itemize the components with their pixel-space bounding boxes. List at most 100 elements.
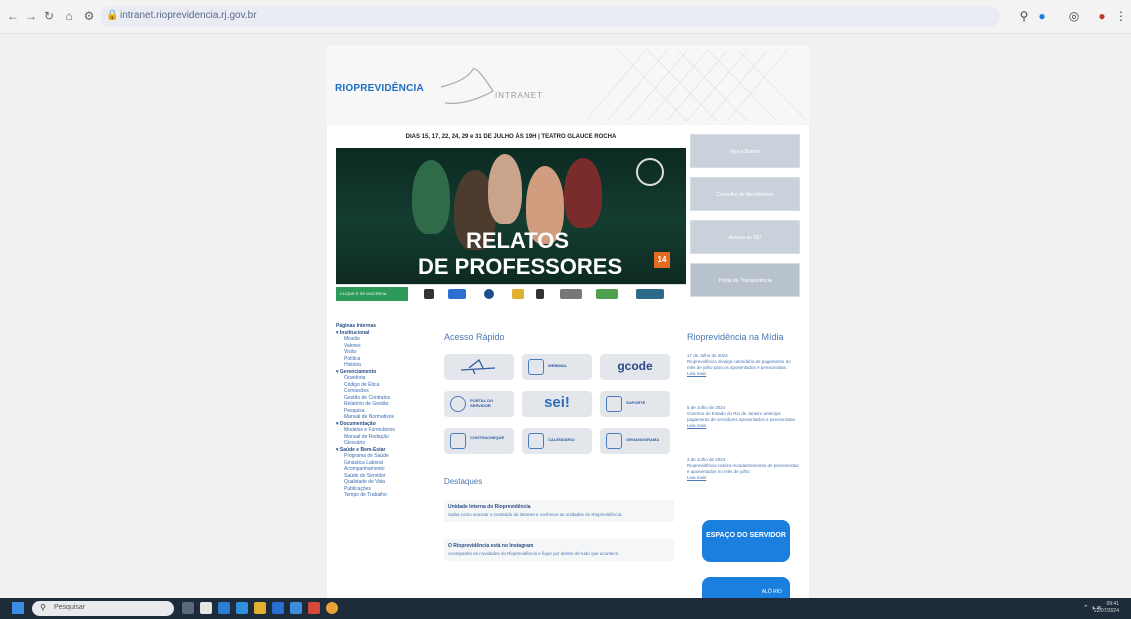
avatar-icon[interactable]: ● bbox=[1094, 8, 1110, 24]
quick-access-tile[interactable]: PORTAL DO SERVIDOR bbox=[444, 391, 514, 417]
teams-icon[interactable] bbox=[218, 602, 230, 614]
tile-label: ORGANOGRAMA bbox=[626, 437, 660, 442]
url-text: intranet.rioprevidencia.rj.gov.br bbox=[120, 10, 257, 21]
espaco-servidor-button[interactable]: ESPAÇO DO SERVIDOR bbox=[702, 520, 790, 562]
quick-access-tile[interactable]: CALENDÁRIO bbox=[522, 428, 592, 454]
actor-figure bbox=[488, 154, 522, 224]
quick-access-tile[interactable]: sei! bbox=[522, 391, 592, 417]
alo-rio-button[interactable]: ALÔ RIO bbox=[702, 577, 790, 598]
plane-icon bbox=[460, 358, 496, 375]
sponsor-logo bbox=[536, 289, 544, 299]
person-icon bbox=[450, 396, 466, 412]
quick-access-tile[interactable]: SUPORTE bbox=[600, 391, 670, 417]
windows-taskbar: ⚲ Pesquisar ⌃ ◑ ≡ 09:41 22/07/2024 bbox=[0, 598, 1131, 619]
midia-item[interactable]: 3 de Julho de 2024 Rioprevidência realiz… bbox=[687, 457, 799, 481]
sponsor-logo bbox=[596, 289, 618, 299]
age-rating-badge: 14 bbox=[654, 252, 670, 268]
mail-icon[interactable] bbox=[290, 602, 302, 614]
midia-text: Governo do Estado do Rio de Janeiro ante… bbox=[687, 411, 797, 422]
sponsor-logo bbox=[448, 289, 466, 299]
edge-icon[interactable] bbox=[236, 602, 248, 614]
news-desc: Acompanhe as novidades do Rioprevidência… bbox=[448, 551, 620, 556]
clock-time: 09:41 bbox=[1106, 601, 1119, 607]
extension-icon[interactable]: ● bbox=[1034, 8, 1050, 24]
zoom-icon[interactable]: ⚲ bbox=[1016, 8, 1032, 24]
widgets-icon[interactable] bbox=[200, 602, 212, 614]
menu-icon[interactable]: ⋮ bbox=[1113, 8, 1129, 24]
search-icon: ⚲ bbox=[40, 603, 46, 612]
clock-date: 22/07/2024 bbox=[1093, 608, 1119, 614]
taskbar-search[interactable]: ⚲ Pesquisar bbox=[32, 601, 174, 616]
news-title[interactable]: O Rioprevidência está no Instagram bbox=[448, 543, 670, 549]
actor-figure bbox=[412, 160, 450, 234]
left-navigation: Páginas Internas ▾ Institucional Missão … bbox=[336, 323, 428, 499]
banner-subtitle: DE PROFESSORES bbox=[418, 254, 623, 279]
header-pattern-decoration bbox=[587, 49, 807, 121]
tile-label: CONTRACHEQUE bbox=[470, 435, 505, 440]
quick-access-tile[interactable]: ORGANOGRAMA bbox=[600, 428, 670, 454]
nav-item[interactable]: Tempo de Trabalho bbox=[336, 492, 428, 499]
banner-image: RELATOS DE PROFESSORES 14 bbox=[336, 148, 686, 284]
side-button-sei[interactable]: Acesso ao SEI bbox=[690, 220, 800, 254]
news-item[interactable]: Unidade Interna do Rioprevidência Saiba … bbox=[444, 500, 674, 522]
quick-access-tile[interactable]: gcode bbox=[600, 354, 670, 380]
reload-icon[interactable]: ↻ bbox=[42, 9, 56, 23]
midia-link[interactable]: Leia mais bbox=[687, 475, 799, 481]
home-icon[interactable]: ⌂ bbox=[62, 9, 76, 23]
store-icon[interactable] bbox=[272, 602, 284, 614]
midia-item[interactable]: 5 de Julho de 2024 Governo do Estado do … bbox=[687, 405, 799, 429]
tile-label: CALENDÁRIO bbox=[548, 437, 575, 442]
midia-text: Rioprevidência divulga calendário de pag… bbox=[687, 359, 791, 370]
tile-label: gcode bbox=[617, 359, 653, 373]
quick-access-tile[interactable] bbox=[444, 354, 514, 380]
tile-label: SUPORTE bbox=[626, 400, 646, 405]
monitor-icon bbox=[528, 359, 544, 375]
sponsor-logo bbox=[560, 289, 582, 299]
browser-toolbar: ← → ↻ ⌂ ⚙ 🔒 intranet.rioprevidencia.rj.g… bbox=[0, 0, 1131, 34]
destaques-title: Destaques bbox=[444, 477, 483, 486]
award-laurel-icon bbox=[636, 158, 664, 186]
midia-title: Rioprevidência na Mídia bbox=[687, 332, 784, 342]
side-button-transparencia[interactable]: Portal da Transparência bbox=[690, 263, 800, 297]
signup-tag[interactable]: CLIQUE E SE INSCREVA bbox=[336, 287, 408, 301]
site-info-icon[interactable]: ⚙ bbox=[82, 9, 96, 23]
app-icon[interactable] bbox=[326, 602, 338, 614]
sponsor-logo bbox=[636, 289, 664, 299]
midia-link[interactable]: Leia mais bbox=[687, 423, 799, 429]
headset-icon bbox=[606, 396, 622, 412]
midia-link[interactable]: Leia mais bbox=[687, 371, 799, 377]
sponsors-strip: CLIQUE E SE INSCREVA bbox=[336, 284, 686, 302]
forward-icon[interactable]: → bbox=[24, 9, 38, 23]
tile-label: PORTAL DO SERVIDOR bbox=[470, 398, 494, 408]
file-explorer-icon[interactable] bbox=[254, 602, 266, 614]
news-item[interactable]: O Rioprevidência está no Instagram Acomp… bbox=[444, 539, 674, 561]
task-view-icon[interactable] bbox=[182, 602, 194, 614]
side-button-conselho[interactable]: Conselho de Atendimento bbox=[690, 177, 800, 211]
news-title[interactable]: Unidade Interna do Rioprevidência bbox=[448, 504, 670, 510]
logo-swoosh-icon bbox=[440, 68, 494, 104]
rioprevidencia-logo[interactable]: RIOPREVIDÊNCIA bbox=[335, 83, 424, 94]
quick-access-tile[interactable]: CONTRACHEQUE bbox=[444, 428, 514, 454]
midia-item[interactable]: 17 de Julho de 2024 Rioprevidência divul… bbox=[687, 353, 799, 377]
acesso-rapido-title: Acesso Rápido bbox=[444, 332, 505, 342]
sponsor-logo bbox=[512, 289, 524, 299]
intranet-label: INTRANET bbox=[495, 91, 543, 100]
windows-start-icon[interactable] bbox=[12, 602, 24, 614]
news-desc: Saiba como acessar o conteúdo da intrane… bbox=[448, 512, 623, 517]
sponsor-logo bbox=[424, 289, 434, 299]
banner-title: RELATOS bbox=[466, 228, 570, 253]
profile-icon[interactable]: ◎ bbox=[1066, 8, 1082, 24]
taskbar-clock[interactable]: 09:41 22/07/2024 bbox=[1094, 601, 1119, 615]
side-button-banner[interactable]: Veja o Banner bbox=[690, 134, 800, 168]
page-header: RIOPREVIDÊNCIA INTRANET bbox=[327, 45, 809, 125]
quick-access-tile[interactable]: WEBMAIL bbox=[522, 354, 592, 380]
event-banner[interactable]: DIAS 15, 17, 22, 24, 29 e 31 DE JULHO ÀS… bbox=[336, 130, 686, 302]
actor-figure bbox=[564, 158, 602, 228]
address-bar[interactable]: 🔒 intranet.rioprevidencia.rj.gov.br bbox=[100, 6, 1000, 27]
back-icon[interactable]: ← bbox=[6, 9, 20, 23]
lock-icon: 🔒 bbox=[106, 10, 119, 21]
tile-label: WEBMAIL bbox=[548, 363, 568, 368]
chrome-icon[interactable] bbox=[308, 602, 320, 614]
midia-text: Rioprevidência realiza recadastramento d… bbox=[687, 463, 799, 474]
org-icon bbox=[606, 433, 622, 449]
